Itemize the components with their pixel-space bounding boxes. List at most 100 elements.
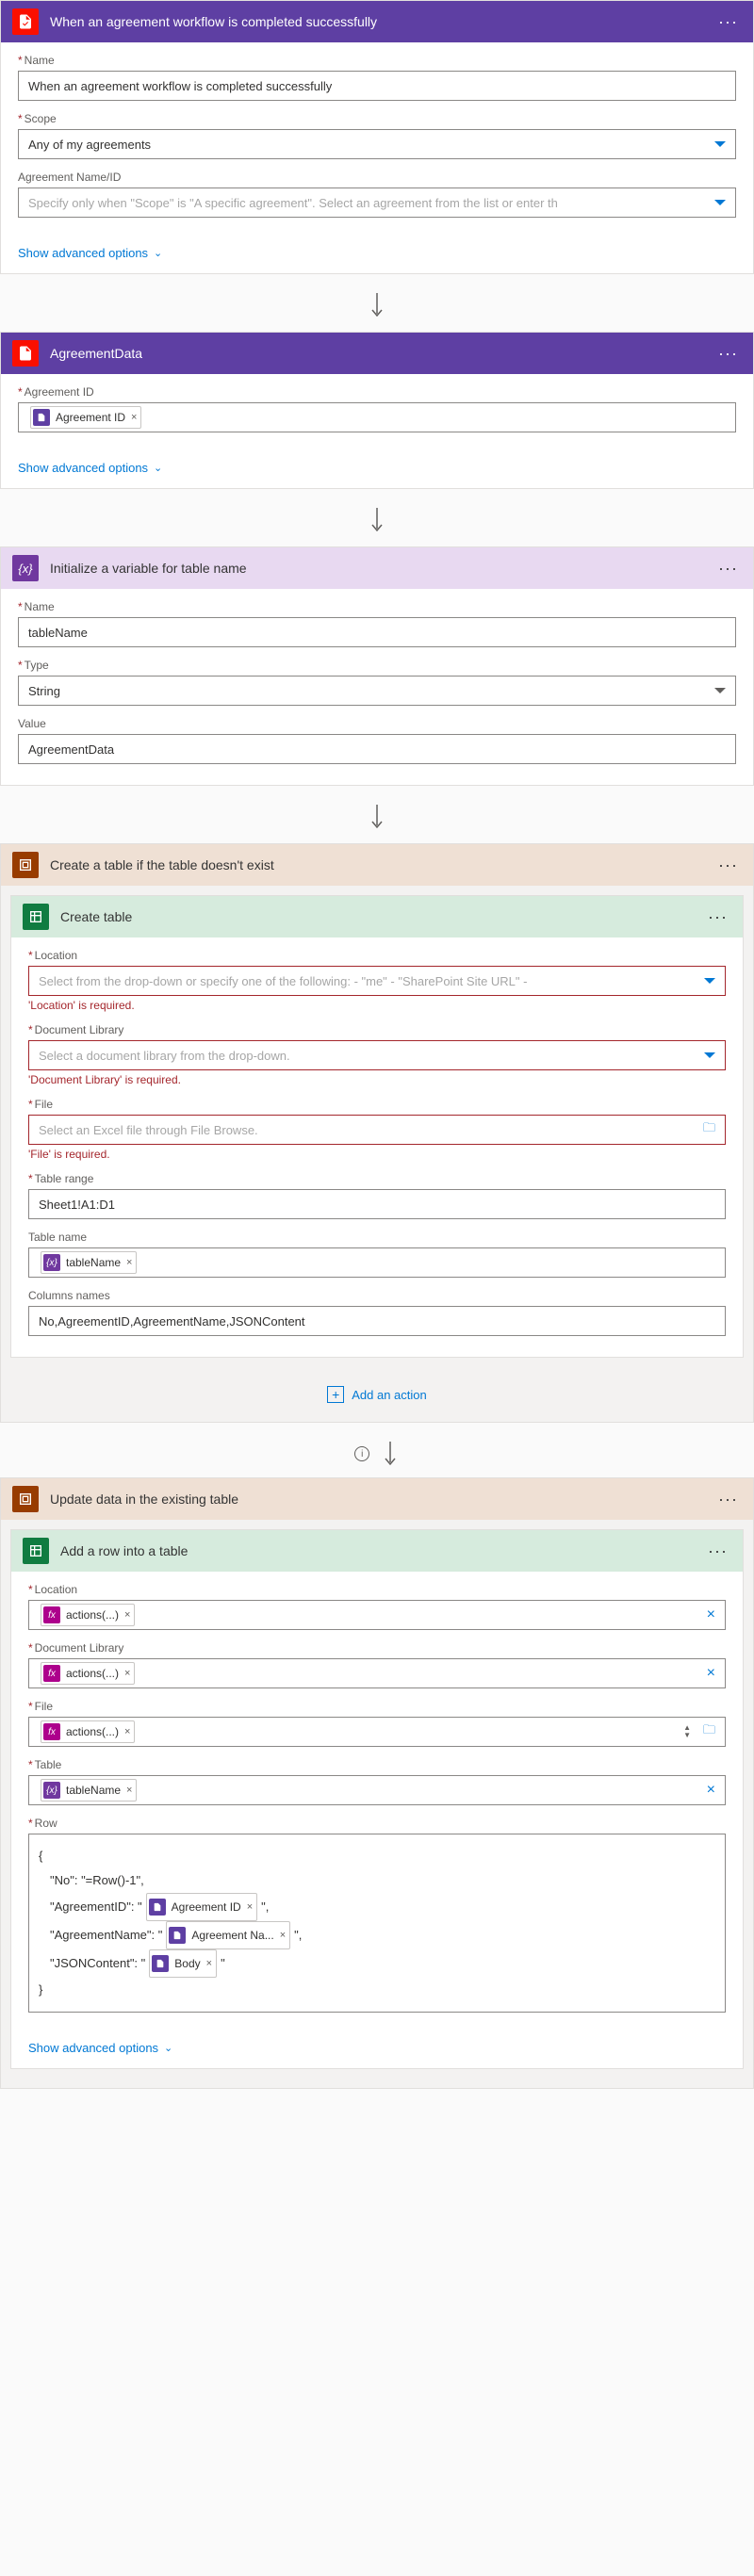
- menu-icon[interactable]: ···: [714, 1490, 742, 1509]
- agreementid-label: Agreement ID: [18, 385, 736, 399]
- remove-token-icon[interactable]: ×: [131, 412, 137, 423]
- updatescope-header[interactable]: Update data in the existing table ···: [1, 1478, 753, 1520]
- clear-icon[interactable]: ×: [707, 1782, 715, 1799]
- columns-label: Columns names: [28, 1289, 726, 1302]
- initvar-header[interactable]: {x} Initialize a variable for table name…: [1, 547, 753, 589]
- remove-token-icon[interactable]: ×: [124, 1726, 130, 1737]
- trigger-title: When an agreement workflow is completed …: [50, 14, 714, 29]
- fx-token[interactable]: fx actions(...) ×: [41, 1662, 135, 1685]
- updatescope-body: Add a row into a table ··· Location fx a…: [1, 1520, 753, 2088]
- addrow-header[interactable]: Add a row into a table ···: [11, 1530, 743, 1572]
- agreementdata-header[interactable]: AgreementData ···: [1, 333, 753, 374]
- adobe-token-icon: [149, 1899, 166, 1916]
- location-error: 'Location' is required.: [28, 999, 726, 1012]
- doclib-label: Document Library: [28, 1023, 726, 1036]
- agreement-label: Agreement Name/ID: [18, 171, 736, 184]
- remove-token-icon[interactable]: ×: [124, 1668, 130, 1679]
- trigger-header[interactable]: When an agreement workflow is completed …: [1, 1, 753, 42]
- name-input[interactable]: When an agreement workflow is completed …: [18, 71, 736, 101]
- remove-token-icon[interactable]: ×: [247, 1897, 253, 1917]
- remove-token-icon[interactable]: ×: [124, 1609, 130, 1621]
- location-input[interactable]: fx actions(...) × ×: [28, 1600, 726, 1630]
- connector-arrow: [0, 497, 754, 546]
- chevron-down-icon: ⌄: [154, 247, 162, 259]
- remove-token-icon[interactable]: ×: [126, 1785, 132, 1796]
- menu-icon[interactable]: ···: [714, 344, 742, 364]
- tablename-input[interactable]: {x} tableName ×: [28, 1247, 726, 1278]
- createscope-header[interactable]: Create a table if the table doesn't exis…: [1, 844, 753, 886]
- agreementname-token[interactable]: Agreement Na... ×: [166, 1921, 290, 1949]
- remove-token-icon[interactable]: ×: [206, 1953, 212, 1974]
- tablename-token[interactable]: {x} tableName ×: [41, 1779, 137, 1802]
- doclib-input[interactable]: fx actions(...) × ×: [28, 1658, 726, 1688]
- location-select[interactable]: Select from the drop-down or specify one…: [28, 966, 726, 996]
- range-label: Table range: [28, 1172, 726, 1185]
- menu-icon[interactable]: ···: [714, 559, 742, 579]
- range-input[interactable]: Sheet1!A1:D1: [28, 1189, 726, 1219]
- adobe-icon: [12, 340, 39, 367]
- advanced-options-link[interactable]: Show advanced options⌄: [1, 238, 753, 273]
- columns-input[interactable]: No,AgreementID,AgreementName,JSONContent: [28, 1306, 726, 1336]
- clear-icon[interactable]: ×: [707, 1606, 715, 1623]
- remove-token-icon[interactable]: ×: [280, 1925, 286, 1946]
- location-label: Location: [28, 949, 726, 962]
- varname-input[interactable]: tableName: [18, 617, 736, 647]
- connector-arrow: [0, 282, 754, 332]
- fx-token[interactable]: fx actions(...) ×: [41, 1720, 135, 1743]
- agreementid-input[interactable]: Agreement ID ×: [18, 402, 736, 432]
- initvar-card: {x} Initialize a variable for table name…: [0, 546, 754, 786]
- agreementid-token[interactable]: Agreement ID ×: [30, 406, 141, 429]
- updatescope-title: Update data in the existing table: [50, 1492, 714, 1507]
- file-input[interactable]: fx actions(...) × ▲▼ 🗀: [28, 1717, 726, 1747]
- varname-label: Name: [18, 600, 736, 613]
- folder-browse-icon[interactable]: 🗀: [703, 1119, 715, 1140]
- file-input[interactable]: Select an Excel file through File Browse…: [28, 1115, 726, 1145]
- variable-icon: {x}: [12, 555, 39, 581]
- advanced-options-link[interactable]: Show advanced options⌄: [11, 2033, 743, 2068]
- body-token[interactable]: Body ×: [149, 1949, 217, 1978]
- fx-token[interactable]: fx actions(...) ×: [41, 1604, 135, 1626]
- trigger-body: Name When an agreement workflow is compl…: [1, 42, 753, 238]
- varvalue-input[interactable]: AgreementData: [18, 734, 736, 764]
- scope-icon: [12, 852, 39, 878]
- add-action-button[interactable]: Add an action: [10, 1367, 744, 1412]
- scope-icon: [12, 1486, 39, 1512]
- name-label: Name: [18, 54, 736, 67]
- advanced-options-link[interactable]: Show advanced options⌄: [1, 453, 753, 488]
- fx-icon: fx: [43, 1665, 60, 1682]
- adobe-icon: [12, 8, 39, 35]
- vartype-select[interactable]: String: [18, 676, 736, 706]
- createtable-title: Create table: [60, 909, 704, 924]
- file-label: File: [28, 1700, 726, 1713]
- adobe-token-icon: [152, 1955, 169, 1972]
- row-input[interactable]: { "No": "=Row()-1", "AgreementID": " Agr…: [28, 1834, 726, 2013]
- excel-icon: [23, 1538, 49, 1564]
- menu-icon[interactable]: ···: [714, 12, 742, 32]
- clear-icon[interactable]: ×: [707, 1665, 715, 1682]
- remove-token-icon[interactable]: ×: [126, 1257, 132, 1268]
- createtable-card: Create table ··· Location Select from th…: [10, 895, 744, 1358]
- menu-icon[interactable]: ···: [714, 856, 742, 875]
- folder-browse-icon[interactable]: 🗀: [703, 1721, 715, 1742]
- menu-icon[interactable]: ···: [704, 1541, 731, 1561]
- addrow-card: Add a row into a table ··· Location fx a…: [10, 1529, 744, 2069]
- scope-select[interactable]: Any of my agreements: [18, 129, 736, 159]
- stepper-icon[interactable]: ▲▼: [683, 1724, 691, 1739]
- createtable-header[interactable]: Create table ···: [11, 896, 743, 937]
- doclib-select[interactable]: Select a document library from the drop-…: [28, 1040, 726, 1070]
- info-icon[interactable]: i: [354, 1446, 369, 1461]
- tablename-token[interactable]: {x} tableName ×: [41, 1251, 137, 1274]
- connector-arrow: [0, 793, 754, 843]
- location-label: Location: [28, 1583, 726, 1596]
- agreementdata-card: AgreementData ··· Agreement ID Agreement…: [0, 332, 754, 489]
- agreement-select[interactable]: Specify only when "Scope" is "A specific…: [18, 187, 736, 218]
- chevron-down-icon: ⌄: [164, 2042, 172, 2054]
- fx-icon: fx: [43, 1723, 60, 1740]
- variable-token-icon: {x}: [43, 1782, 60, 1799]
- agreementid-token[interactable]: Agreement ID ×: [146, 1893, 257, 1921]
- addrow-title: Add a row into a table: [60, 1543, 704, 1558]
- menu-icon[interactable]: ···: [704, 907, 731, 927]
- excel-icon: [23, 904, 49, 930]
- createscope-body: Create table ··· Location Select from th…: [1, 886, 753, 1422]
- table-input[interactable]: {x} tableName × ×: [28, 1775, 726, 1805]
